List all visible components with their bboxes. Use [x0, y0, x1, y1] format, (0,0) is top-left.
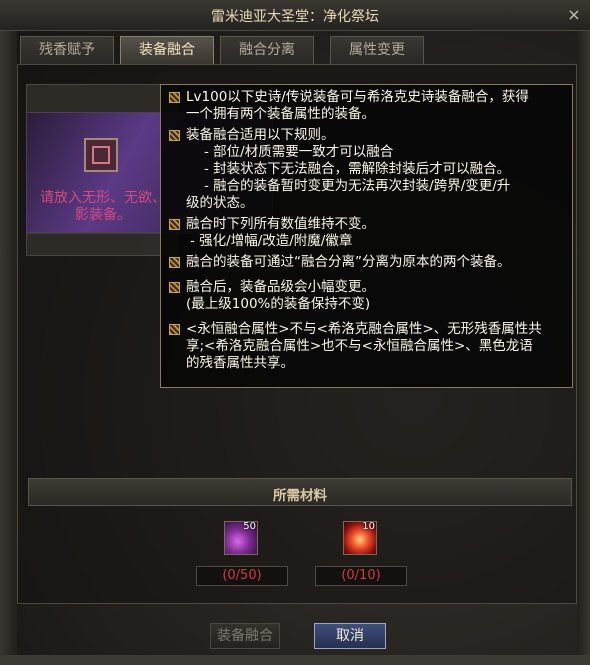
- slot-hint-line: 请放入无形、无欲、: [40, 190, 166, 206]
- tooltip-item: <永恒融合属性>不与<希洛克融合属性>、无形残香属性共 享;<希洛克融合属性>也…: [169, 321, 564, 372]
- window-left-border: [0, 30, 17, 665]
- section-title: 所需材料: [273, 488, 327, 504]
- bullet-icon: [169, 324, 180, 335]
- bullet-icon: [169, 257, 180, 268]
- slot-hint: 请放入无形、无欲、 影装备。: [28, 190, 178, 224]
- item-quantity-badge: 50: [243, 521, 256, 532]
- purple-crystal-icon[interactable]: 50: [224, 521, 258, 555]
- equipment-slot[interactable]: [84, 138, 118, 172]
- tooltip-item: Lv100以下史诗/传说装备可与希洛克史诗装备融合，获得 一个拥有两个装备属性的…: [169, 89, 564, 123]
- tooltip-line: <永恒融合属性>不与<希洛克融合属性>、无形残香属性共: [186, 321, 542, 337]
- tab-scent-grant[interactable]: 残香赋予: [20, 36, 114, 64]
- bullet-icon: [169, 282, 180, 293]
- slot-info-bar: [26, 232, 178, 256]
- tooltip-line: 融合后，装备品级会小幅变更。: [186, 279, 375, 295]
- tooltip-line: - 封装状态下无法融合，需解除封装后才可以融合。: [204, 161, 511, 177]
- empty-slot-icon: [92, 146, 110, 164]
- title-bar: 雷米迪亚大圣堂：净化祭坛 ×: [0, 0, 590, 31]
- close-icon[interactable]: ×: [564, 5, 584, 25]
- tooltip-line: (最上级100%的装备保持不变): [186, 296, 371, 312]
- tooltip-line: 一个拥有两个装备属性的装备。: [186, 106, 375, 122]
- fusion-rules-tooltip: Lv100以下史诗/传说装备可与希洛克史诗装备融合，获得 一个拥有两个装备属性的…: [160, 84, 573, 388]
- fusion-window: 雷米迪亚大圣堂：净化祭坛 × 残香赋予 装备融合 融合分离 属性变更 请放入无形…: [0, 0, 590, 665]
- slot-hint-line: 影装备。: [75, 207, 131, 223]
- tab-attribute-change[interactable]: 属性变更: [330, 36, 424, 64]
- tooltip-item: 装备融合适用以下规则。 - 部位/材质需要一致才可以融合 - 封装状态下无法融合…: [169, 127, 564, 212]
- tooltip-line: 级的状态。: [186, 195, 254, 211]
- window-title: 雷米迪亚大圣堂：净化祭坛: [211, 9, 379, 25]
- bullet-icon: [169, 92, 180, 103]
- tooltip-line: 装备融合适用以下规则。: [186, 127, 335, 143]
- tooltip-item: 融合后，装备品级会小幅变更。 (最上级100%的装备保持不变): [169, 279, 564, 313]
- bullet-icon: [169, 130, 180, 141]
- tooltip-line: 享;<希洛克融合属性>也不与<永恒融合属性>、黑色龙语: [186, 338, 533, 354]
- cancel-button[interactable]: 取消: [314, 623, 386, 649]
- fuse-button[interactable]: 装备融合: [210, 623, 280, 649]
- tooltip-item: 融合时下列所有数值维持不变。 - 强化/增幅/改造/附魔/徽章: [169, 216, 564, 250]
- tooltip-line: 的残香属性共享。: [186, 355, 294, 371]
- tooltip-item: 融合的装备可通过“融合分离”分离为原本的两个装备。: [169, 254, 564, 271]
- tooltip-line: 融合的装备可通过“融合分离”分离为原本的两个装备。: [186, 254, 511, 270]
- tab-fusion-separation[interactable]: 融合分离: [220, 36, 314, 64]
- tooltip-line: - 强化/增幅/改造/附魔/徽章: [190, 233, 353, 249]
- item-quantity-badge: 10: [362, 521, 375, 532]
- tooltip-line: - 融合的装备暂时变更为无法再次封装/跨界/变更/升: [204, 178, 511, 194]
- tooltip-line: Lv100以下史诗/传说装备可与希洛克史诗装备融合，获得: [186, 89, 529, 105]
- fire-orb-icon[interactable]: 10: [343, 521, 377, 555]
- tooltip-line: 融合时下列所有数值维持不变。: [186, 216, 375, 232]
- window-bottom-border: [0, 655, 590, 665]
- window-right-border: [577, 30, 590, 665]
- tooltip-line: - 部位/材质需要一致才可以融合: [204, 144, 394, 160]
- material-count: (0/10): [315, 566, 407, 586]
- bullet-icon: [169, 219, 180, 230]
- required-materials-header: 所需材料: [28, 478, 572, 506]
- material-count: (0/50): [196, 566, 288, 586]
- tab-equipment-fusion[interactable]: 装备融合: [120, 36, 214, 64]
